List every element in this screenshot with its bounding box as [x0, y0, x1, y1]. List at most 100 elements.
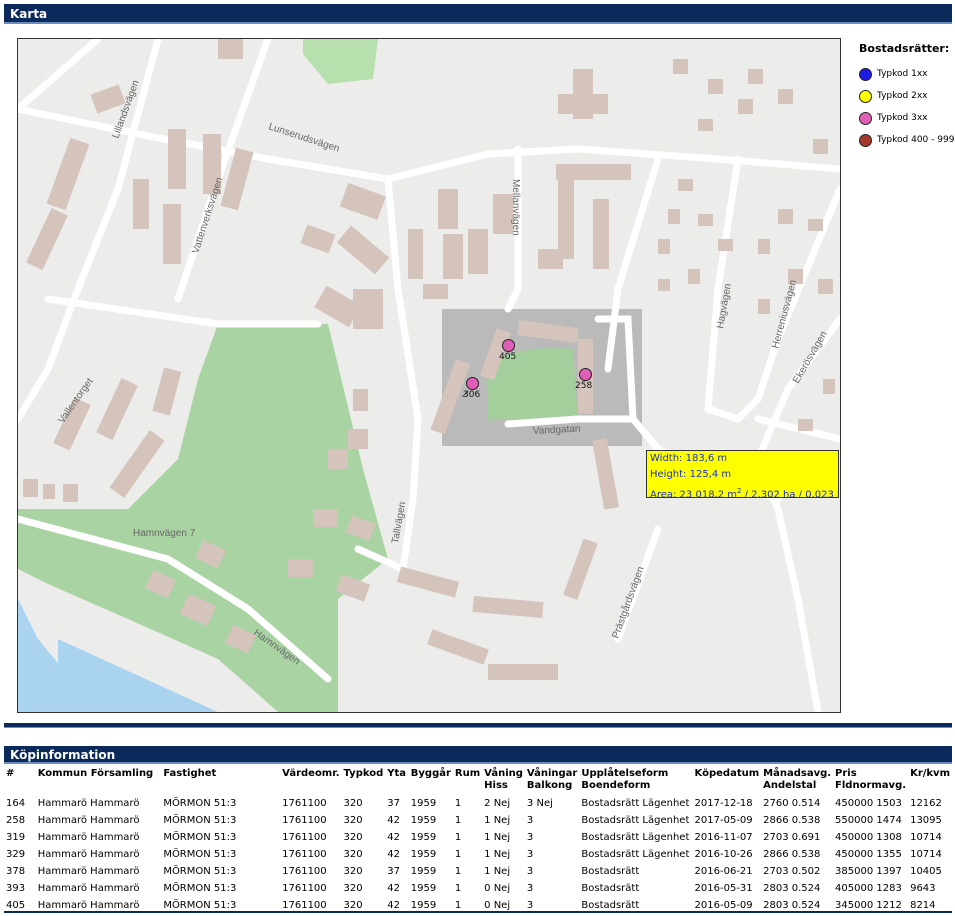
table-cell: 10405	[910, 866, 942, 877]
table-row[interactable]: 329 Hammarö Hammarö MÖRMON 51:3 1761100 320 4…	[4, 846, 952, 863]
table-cell: MÖRMON 51:3	[163, 849, 237, 860]
table-cell: 320	[343, 832, 363, 843]
legend-item-3xx: Typkod 3xx	[859, 107, 954, 129]
table-cell: 37	[387, 866, 401, 877]
table-cell: 3	[526, 815, 534, 826]
col-header[interactable]: Våning Hiss	[482, 766, 525, 795]
measure-width: Width: 183,6 m	[650, 453, 728, 464]
table-cell: 320	[343, 815, 363, 826]
table-row[interactable]: 164 Hammarö Hammarö MÖRMON 51:3 1761100 320 3…	[4, 795, 952, 812]
col-header[interactable]: Pris Fldnormavg.	[833, 766, 908, 795]
table-cell: 10714	[910, 832, 942, 843]
table-cell: 550000 1474	[835, 815, 902, 826]
table-cell: 12162	[910, 798, 942, 809]
legend-item-2xx: Typkod 2xx	[859, 85, 954, 107]
table-cell: 2803 0.524	[763, 883, 821, 894]
table-cell: 42	[387, 832, 401, 843]
water-area-bottom	[58, 639, 218, 712]
table-cell: 2016-11-07	[694, 832, 753, 843]
col-header[interactable]: Köpedatum	[693, 766, 762, 795]
table-cell: 2866 0.538	[763, 849, 821, 860]
table-cell: 2703 0.502	[763, 866, 821, 877]
table-cell: 2016-10-26	[694, 849, 753, 860]
table-cell: 1761100	[282, 815, 327, 826]
table-cell: 1959	[410, 849, 437, 860]
table-cell: Hammarö Hammarö	[37, 883, 140, 894]
park-area-north	[303, 39, 378, 84]
table-cell: 10714	[910, 849, 942, 860]
table-cell: Bostadsrätt	[581, 866, 640, 877]
map-canvas[interactable]: Lunserudsvägen Mellanvägen Lillandsvägen…	[18, 39, 840, 712]
table-cell: 1959	[410, 815, 437, 826]
table-cell: 1	[454, 815, 462, 826]
label-ekeros: Ekerösvägen	[791, 329, 830, 385]
table-cell: 42	[387, 883, 401, 894]
table-cell: 1	[454, 883, 462, 894]
table-cell: 1	[454, 866, 462, 877]
table-cell: 37	[387, 798, 401, 809]
table-cell: 1 Nej	[484, 866, 511, 877]
table-cell: 2703 0.691	[763, 832, 821, 843]
table-cell: 1 Nej	[484, 815, 511, 826]
kop-table: # Kommun Församling Fastighet Värdeomr. …	[4, 766, 952, 914]
col-header[interactable]: Månadsavg. Andelstal	[761, 766, 833, 795]
table-cell: 258	[6, 815, 26, 826]
label-lunserud: Lunserudsvägen	[267, 121, 341, 154]
map-marker-405[interactable]	[502, 339, 515, 352]
legend-dot-yellow-icon	[859, 89, 872, 103]
table-cell: 1 Nej	[484, 849, 511, 860]
table-cell: Hammarö Hammarö	[37, 798, 140, 809]
col-header[interactable]: Våningar Balkong	[525, 766, 579, 795]
table-row[interactable]: 258 Hammarö Hammarö MÖRMON 51:3 1761100 320 4…	[4, 812, 952, 829]
table-row[interactable]: 378 Hammarö Hammarö MÖRMON 51:3 1761100 320 3…	[4, 863, 952, 880]
table-cell: 1761100	[282, 849, 327, 860]
table-cell: 3	[526, 883, 534, 894]
table-cell: MÖRMON 51:3	[163, 832, 237, 843]
kop-title: Köpinformation	[10, 748, 116, 762]
map-marker-258[interactable]	[579, 368, 592, 381]
table-cell: 405000 1283	[835, 883, 902, 894]
map-marker-label-306: 3̸06	[463, 390, 481, 400]
table-cell: MÖRMON 51:3	[163, 815, 237, 826]
col-header[interactable]: Yta	[385, 766, 408, 795]
table-cell: 1761100	[282, 832, 327, 843]
table-cell: 42	[387, 849, 401, 860]
label-prastgard: Prästgårdsvägen	[610, 565, 647, 640]
kop-table-body: 164 Hammarö Hammarö MÖRMON 51:3 1761100 320 3…	[4, 795, 952, 914]
map-viewport[interactable]: Lunserudsvägen Mellanvägen Lillandsvägen…	[17, 38, 841, 713]
col-header[interactable]: Värdeomr.	[280, 766, 341, 795]
col-header[interactable]: Kommun Församling	[36, 766, 162, 795]
table-cell: Bostadsrätt Lägenhet	[581, 815, 690, 826]
col-header[interactable]: Upplåtelseform Boendeform	[579, 766, 692, 795]
legend-dot-pink-icon	[859, 111, 872, 125]
table-cell: 2017-12-18	[694, 798, 753, 809]
col-header[interactable]: Kr/kvm	[908, 766, 952, 795]
table-row[interactable]: 393 Hammarö Hammarö MÖRMON 51:3 1761100 320 4…	[4, 880, 952, 897]
legend-item-400-999: Typkod 400 - 999	[859, 129, 954, 151]
table-cell: 320	[343, 798, 363, 809]
table-cell: 1 Nej	[484, 832, 511, 843]
table-row[interactable]: 319 Hammarö Hammarö MÖRMON 51:3 1761100 320 4…	[4, 829, 952, 846]
table-cell: 1761100	[282, 866, 327, 877]
label-mellan: Mellanvägen	[510, 179, 521, 236]
col-header[interactable]: #	[4, 766, 36, 795]
label-hamnvagen7: Hamnvägen 7	[133, 528, 196, 539]
table-cell: Hammarö Hammarö	[37, 832, 140, 843]
table-cell: 385000 1397	[835, 866, 902, 877]
table-cell: 42	[387, 815, 401, 826]
col-header[interactable]: Byggår	[409, 766, 453, 795]
legend-dot-blue-icon	[859, 67, 872, 81]
table-cell: Bostadsrätt Lägenhet	[581, 798, 690, 809]
measure-height: Height: 125,4 m	[650, 469, 732, 480]
table-cell: 319	[6, 832, 26, 843]
table-cell: MÖRMON 51:3	[163, 798, 237, 809]
table-cell: 450000 1503	[835, 798, 902, 809]
table-cell: Hammarö Hammarö	[37, 849, 140, 860]
col-header[interactable]: Fastighet	[161, 766, 280, 795]
karta-title: Karta	[10, 7, 48, 21]
col-header[interactable]: Rum	[453, 766, 482, 795]
col-header[interactable]: Typkod	[342, 766, 386, 795]
measurement-tooltip: Width: 183,6 m Height: 125,4 m Area: 23 …	[646, 450, 839, 498]
map-marker-306[interactable]	[466, 377, 479, 390]
table-cell: Bostadsrätt Lägenhet	[581, 832, 690, 843]
